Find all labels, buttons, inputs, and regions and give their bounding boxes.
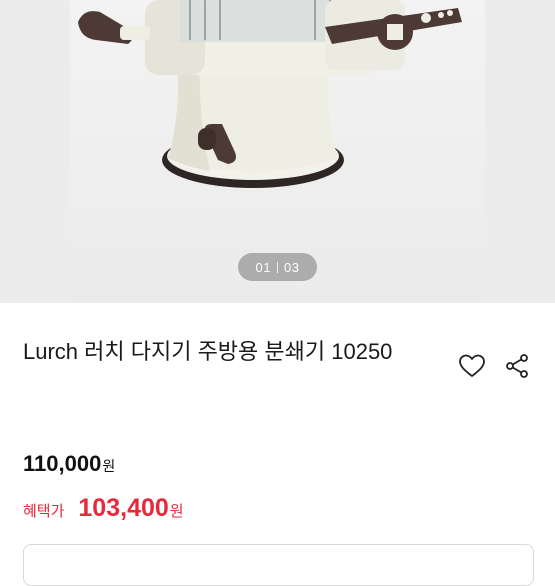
- share-icon: [506, 354, 528, 378]
- benefit-price-label: 혜택가: [23, 503, 65, 520]
- product-title: Lurch 러치 다지기 주방용 분쇄기 10250: [23, 339, 393, 364]
- pager-current: 01: [255, 259, 271, 275]
- wishlist-button[interactable]: [457, 351, 487, 381]
- benefit-price-unit: 원: [169, 503, 184, 520]
- option-select-box[interactable]: [23, 544, 534, 586]
- original-price-unit: 원: [102, 458, 116, 474]
- share-button[interactable]: [502, 351, 532, 381]
- product-image-gallery[interactable]: 01 03: [0, 0, 555, 303]
- image-pager: 01 03: [238, 253, 317, 281]
- original-price-value: 110,000: [23, 451, 102, 476]
- pager-divider: [277, 261, 278, 273]
- benefit-price-value: 103,400: [78, 494, 169, 522]
- original-price: 110,000 원: [23, 451, 115, 477]
- pager-total: 03: [284, 259, 300, 275]
- benefit-price: 혜택가 103,400 원: [23, 494, 184, 523]
- heart-icon: [459, 354, 485, 377]
